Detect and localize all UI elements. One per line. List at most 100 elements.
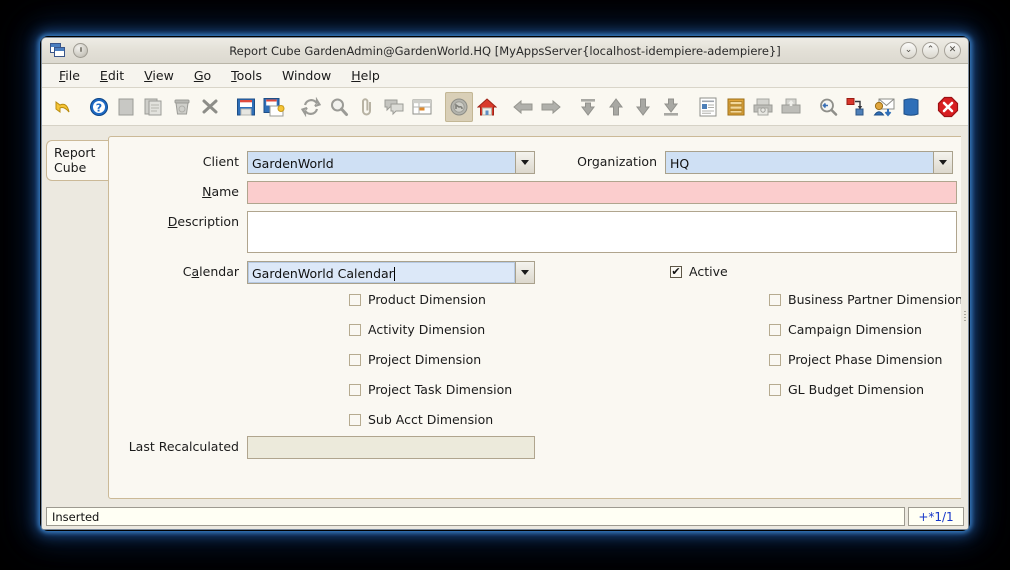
- history-icon[interactable]: [444, 91, 473, 122]
- product-dimension-row[interactable]: Product Dimension: [349, 292, 512, 307]
- menu-item-help[interactable]: Help: [342, 66, 389, 85]
- first-record-icon[interactable]: [574, 92, 602, 122]
- copy-record-icon[interactable]: [140, 92, 168, 122]
- new-record-icon[interactable]: [113, 92, 141, 122]
- window-pin-icon[interactable]: [73, 43, 88, 58]
- project-task-dimension-label[interactable]: Project Task Dimension: [368, 382, 512, 397]
- arrow-left-icon[interactable]: [509, 92, 537, 122]
- project-phase-dimension-label[interactable]: Project Phase Dimension: [788, 352, 942, 367]
- campaign-dimension-checkbox[interactable]: [769, 323, 781, 336]
- description-input[interactable]: [247, 211, 957, 253]
- panel-splitter[interactable]: [961, 126, 968, 507]
- archive-icon[interactable]: [722, 92, 750, 122]
- request-icon[interactable]: [870, 92, 898, 122]
- delete-record-icon[interactable]: [168, 92, 196, 122]
- project-task-dimension-checkbox[interactable]: [349, 383, 361, 396]
- organization-combobox[interactable]: HQ: [665, 151, 953, 174]
- organization-chevron-down-icon[interactable]: [933, 152, 952, 173]
- row-last-recalculated: Last Recalculated: [109, 436, 963, 459]
- calendar-value: GardenWorld Calendar: [252, 266, 394, 281]
- business-partner-dimension-checkbox[interactable]: [769, 293, 781, 306]
- menu-item-edit[interactable]: Edit: [91, 66, 133, 85]
- client-combobox[interactable]: GardenWorld: [247, 151, 535, 174]
- product-dimension-checkbox[interactable]: [349, 293, 361, 306]
- project-dimension-checkbox[interactable]: [349, 353, 361, 366]
- client-chevron-down-icon[interactable]: [515, 152, 534, 173]
- description-label: Description: [167, 214, 239, 229]
- menu-item-view-rest: iew: [152, 68, 174, 83]
- project-dimension-row[interactable]: Project Dimension: [349, 352, 512, 367]
- refresh-icon[interactable]: [297, 92, 325, 122]
- chat-icon[interactable]: [380, 92, 408, 122]
- title-bar[interactable]: Report Cube GardenAdmin@GardenWorld.HQ […: [42, 38, 968, 64]
- campaign-dimension-label[interactable]: Campaign Dimension: [788, 322, 922, 337]
- maximize-button[interactable]: ⌃: [922, 42, 939, 59]
- active-label[interactable]: Active: [689, 264, 728, 279]
- sub-acct-dimension-checkbox[interactable]: [349, 413, 361, 426]
- window-menu-icon[interactable]: [50, 43, 67, 58]
- form-panel: Client GardenWorld Organization HQ Name …: [108, 136, 964, 499]
- name-input[interactable]: [247, 181, 957, 204]
- undo-icon[interactable]: [48, 92, 76, 122]
- application-window: Report Cube GardenAdmin@GardenWorld.HQ […: [41, 37, 969, 530]
- menu-item-go[interactable]: Go: [185, 66, 220, 85]
- sub-acct-dimension-row[interactable]: Sub Acct Dimension: [349, 412, 512, 427]
- project-dimension-label[interactable]: Project Dimension: [368, 352, 481, 367]
- active-checkbox[interactable]: [670, 265, 682, 278]
- campaign-dimension-row[interactable]: Campaign Dimension: [769, 322, 963, 337]
- menu-item-view[interactable]: View: [135, 66, 183, 85]
- last-record-icon[interactable]: [657, 92, 685, 122]
- title-bar-left-icons: [46, 43, 88, 58]
- calendar-value-wrap: GardenWorld Calendar: [248, 262, 515, 283]
- next-record-icon[interactable]: [630, 92, 658, 122]
- find-icon[interactable]: [325, 92, 353, 122]
- menu-item-window[interactable]: Window: [273, 66, 340, 85]
- attachment-icon[interactable]: [353, 92, 381, 122]
- calendar-combobox[interactable]: GardenWorld Calendar: [247, 261, 535, 284]
- project-phase-dimension-checkbox[interactable]: [769, 353, 781, 366]
- active-workflow-icon[interactable]: [842, 92, 870, 122]
- record-indicator: +*1/1: [908, 507, 964, 526]
- sub-acct-dimension-label[interactable]: Sub Acct Dimension: [368, 412, 493, 427]
- svg-text:?: ?: [95, 101, 101, 114]
- zoom-across-icon[interactable]: [814, 92, 842, 122]
- activity-dimension-checkbox[interactable]: [349, 323, 361, 336]
- close-button[interactable]: ✕: [944, 42, 961, 59]
- grid-toggle-icon[interactable]: [408, 92, 436, 122]
- help-icon[interactable]: ?: [85, 92, 113, 122]
- gl-budget-dimension-label[interactable]: GL Budget Dimension: [788, 382, 924, 397]
- previous-record-icon[interactable]: [602, 92, 630, 122]
- content-area: Report Cube Client GardenWorld Organizat…: [42, 126, 968, 507]
- arrow-right-icon[interactable]: [537, 92, 565, 122]
- toolbar: ?: [42, 88, 968, 126]
- product-info-icon[interactable]: [897, 92, 925, 122]
- business-partner-dimension-row[interactable]: Business Partner Dimension: [769, 292, 963, 307]
- status-message: Inserted: [46, 507, 905, 526]
- minimize-button[interactable]: ⌄: [900, 42, 917, 59]
- gl-budget-dimension-checkbox[interactable]: [769, 383, 781, 396]
- report-icon[interactable]: [694, 92, 722, 122]
- menu-item-tools[interactable]: Tools: [222, 66, 271, 85]
- gl-budget-dimension-row[interactable]: GL Budget Dimension: [769, 382, 963, 397]
- window-controls: ⌄ ⌃ ✕: [900, 42, 964, 59]
- calendar-chevron-down-icon[interactable]: [515, 262, 534, 283]
- print-preview-icon[interactable]: [750, 92, 778, 122]
- client-label: Client: [202, 154, 239, 169]
- project-task-dimension-row[interactable]: Project Task Dimension: [349, 382, 512, 397]
- activity-dimension-label[interactable]: Activity Dimension: [368, 322, 485, 337]
- product-dimension-label[interactable]: Product Dimension: [368, 292, 486, 307]
- project-phase-dimension-row[interactable]: Project Phase Dimension: [769, 352, 963, 367]
- exit-icon[interactable]: [934, 92, 962, 122]
- menu-item-file[interactable]: File: [50, 66, 89, 85]
- home-icon[interactable]: [473, 92, 501, 122]
- activity-dimension-row[interactable]: Activity Dimension: [349, 322, 512, 337]
- sidebar-item-report-cube[interactable]: Report Cube: [46, 140, 108, 181]
- delete-selection-icon[interactable]: [196, 92, 224, 122]
- business-partner-dimension-label[interactable]: Business Partner Dimension: [788, 292, 963, 307]
- save-icon[interactable]: [233, 92, 261, 122]
- save-create-icon[interactable]: [260, 92, 288, 122]
- menu-item-edit-rest: dit: [107, 68, 125, 83]
- print-icon[interactable]: [777, 92, 805, 122]
- window-title: Report Cube GardenAdmin@GardenWorld.HQ […: [229, 43, 781, 58]
- active-checkbox-row[interactable]: Active: [670, 261, 728, 279]
